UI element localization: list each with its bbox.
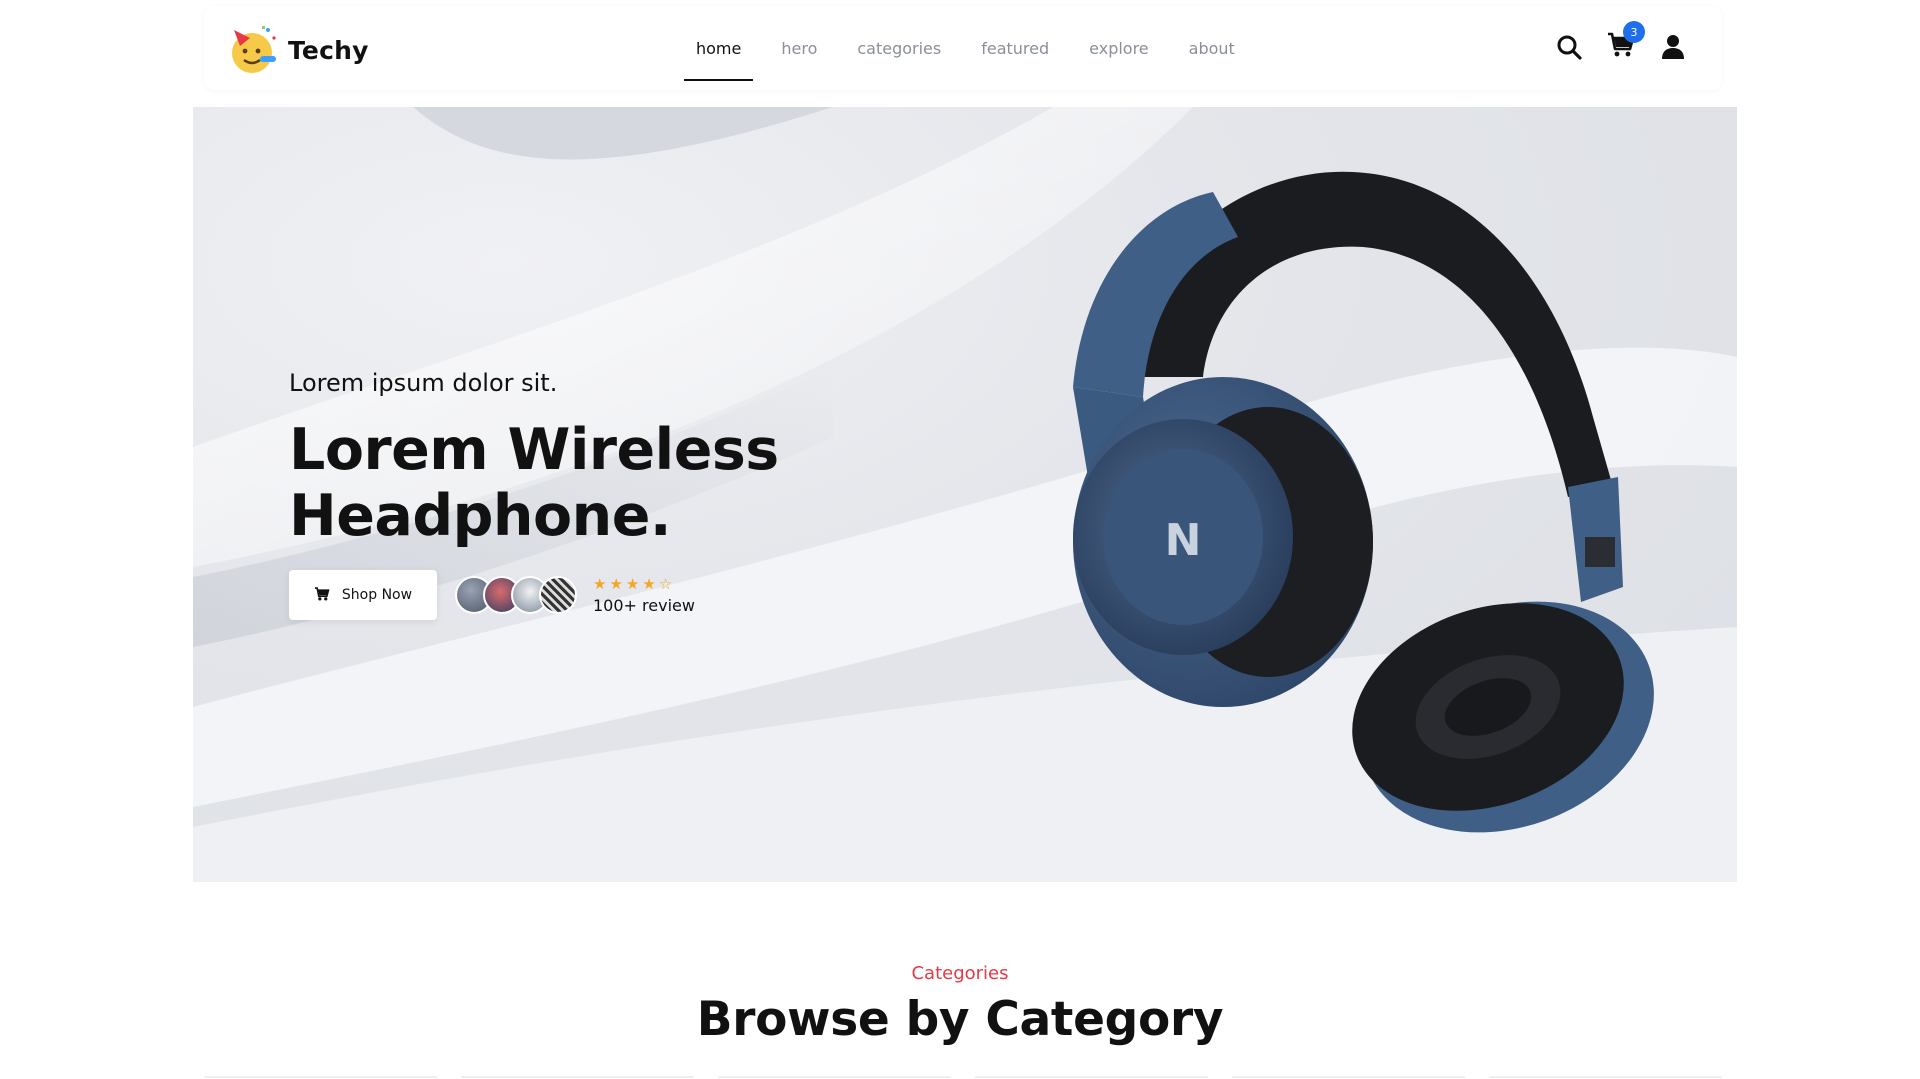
avatar <box>539 576 577 614</box>
hero-title-line-1: Lorem Wireless <box>289 417 779 483</box>
cart-count-badge: 3 <box>1623 21 1645 43</box>
search-icon[interactable] <box>1552 30 1586 64</box>
hero-actions: Shop Now ★ ★ ★ ★ ☆ 100+ review <box>289 570 695 620</box>
star-rating: ★ ★ ★ ★ ☆ <box>593 576 695 592</box>
site-header: Techy home hero categories featured expl… <box>204 6 1722 90</box>
main-nav: home hero categories featured explore ab… <box>684 6 1263 90</box>
review-count: 100+ review <box>593 595 695 615</box>
hero-title-line-2: Headphone. <box>289 483 672 549</box>
categories-title: Browse by Category <box>696 992 1224 1047</box>
nav-item-about[interactable]: about <box>1177 6 1247 90</box>
rating-block: ★ ★ ★ ★ ☆ 100+ review <box>593 576 695 615</box>
nav-item-explore[interactable]: explore <box>1077 6 1161 90</box>
star-outline-icon: ☆ <box>658 574 673 593</box>
categories-eyebrow: Categories <box>911 963 1009 984</box>
blue-headphone-image: N <box>1073 171 1654 833</box>
reviewer-avatars <box>455 576 577 614</box>
hero-subtitle: Lorem ipsum dolor sit. <box>289 369 558 397</box>
party-face-icon <box>228 24 280 76</box>
shop-now-button[interactable]: Shop Now <box>289 570 437 620</box>
svg-text:N: N <box>1165 515 1202 566</box>
hero-copy: Lorem ipsum dolor sit. Lorem Wireless He… <box>289 369 889 549</box>
user-icon[interactable] <box>1656 30 1690 64</box>
cart-button[interactable]: 3 <box>1604 21 1645 64</box>
nav-item-home[interactable]: home <box>684 6 754 90</box>
nav-item-categories[interactable]: categories <box>845 6 953 90</box>
brand-logo[interactable]: Techy <box>228 24 369 76</box>
star-filled-icon: ★ <box>625 574 640 593</box>
star-filled-icon: ★ <box>593 574 607 593</box>
star-filled-icon: ★ <box>609 574 623 593</box>
shop-now-label: Shop Now <box>341 587 413 603</box>
hero-banner: Lorem ipsum dolor sit. Lorem Wireless He… <box>193 107 1737 882</box>
brand-name: Techy <box>288 35 369 65</box>
cart-icon <box>314 586 330 605</box>
nav-item-featured[interactable]: featured <box>969 6 1061 90</box>
star-filled-icon: ★ <box>642 574 656 593</box>
header-actions: 3 <box>1552 21 1690 64</box>
nav-item-hero[interactable]: hero <box>769 6 829 90</box>
hero-title: Lorem Wireless Headphone. <box>289 417 889 549</box>
